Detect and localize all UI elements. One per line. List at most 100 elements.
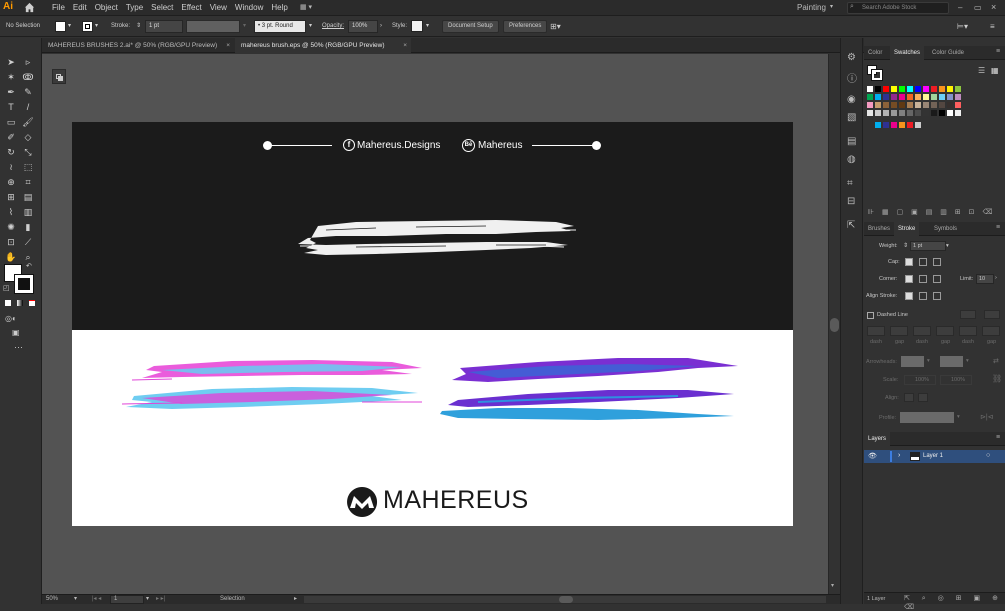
info-icon[interactable]: ⓘ xyxy=(847,70,857,85)
align-panel-icon[interactable]: ⊟ xyxy=(847,196,855,207)
swatches-icon[interactable]: ▧ xyxy=(847,112,856,123)
color-group-swatch[interactable] xyxy=(899,122,905,128)
scroll-down-icon[interactable]: ▾ xyxy=(831,582,834,589)
color-swatch[interactable] xyxy=(915,94,921,100)
color-swatch[interactable] xyxy=(947,94,953,100)
color-swatch[interactable] xyxy=(923,94,929,100)
stepper-icon[interactable]: ⇕ xyxy=(903,242,908,249)
line-tool-icon[interactable]: / xyxy=(22,101,34,113)
round-join-icon[interactable] xyxy=(919,275,927,283)
miter-join-icon[interactable] xyxy=(905,275,913,283)
default-colors-icon[interactable]: ◰ xyxy=(3,284,10,292)
projecting-cap-icon[interactable] xyxy=(933,258,941,266)
color-swatch[interactable] xyxy=(931,94,937,100)
draw-normal-icon[interactable]: ◎◐ xyxy=(5,314,17,323)
color-swatch[interactable] xyxy=(923,110,929,116)
color-swatch[interactable] xyxy=(955,86,961,92)
gradient-mode-icon[interactable] xyxy=(17,300,23,306)
panel-menu-icon[interactable]: ≡ xyxy=(996,434,1000,441)
limit-field[interactable]: 10 xyxy=(976,274,994,284)
menu-edit[interactable]: Edit xyxy=(73,3,87,12)
color-swatch[interactable] xyxy=(891,102,897,108)
shaper-tool-icon[interactable]: ✐ xyxy=(5,131,17,143)
color-swatch[interactable] xyxy=(875,102,881,108)
chevron-right-icon[interactable]: › xyxy=(995,275,997,281)
color-swatch[interactable] xyxy=(875,86,881,92)
color-swatch[interactable] xyxy=(939,102,945,108)
color-swatch[interactable] xyxy=(915,86,921,92)
color-swatch[interactable] xyxy=(899,110,905,116)
color-group-swatch[interactable] xyxy=(907,122,913,128)
more-tools-icon[interactable]: ··· xyxy=(14,342,23,352)
stroke-swatch[interactable] xyxy=(14,274,34,294)
first-artboard-icon[interactable]: |◂ ◂ xyxy=(92,595,101,602)
chevron-down-icon[interactable]: ▾ xyxy=(426,20,429,33)
color-mode-icon[interactable] xyxy=(5,300,11,306)
butt-cap-icon[interactable] xyxy=(905,258,913,266)
document-setup-button[interactable]: Document Setup xyxy=(442,20,499,33)
warp-tool-icon[interactable]: ≀ xyxy=(5,161,17,173)
align-icon[interactable]: ⊨▾ xyxy=(957,20,968,33)
tab-symbols[interactable]: Symbols xyxy=(930,222,961,236)
scroll-thumb[interactable] xyxy=(830,318,839,332)
close-icon[interactable]: × xyxy=(226,38,230,53)
selection-tool-icon[interactable]: ➤ xyxy=(5,56,17,68)
chevron-right-icon[interactable]: › xyxy=(380,20,382,33)
color-swatch[interactable] xyxy=(883,110,889,116)
panel-menu-icon[interactable]: ≡ xyxy=(990,20,995,33)
symbol-sprayer-tool-icon[interactable]: ✺ xyxy=(5,221,17,233)
menu-effect[interactable]: Effect xyxy=(181,3,201,12)
weight-field[interactable]: 1 pt xyxy=(910,241,946,251)
bevel-join-icon[interactable] xyxy=(933,275,941,283)
color-swatch[interactable] xyxy=(867,86,873,92)
gear-icon[interactable]: ⚙ xyxy=(847,52,856,63)
panel-menu-icon[interactable]: ≡ xyxy=(996,48,1000,55)
eye-icon[interactable]: 👁︎ xyxy=(868,452,877,460)
stroke-color-swatch[interactable] xyxy=(82,21,93,32)
type-tool-icon[interactable]: T xyxy=(5,101,17,113)
color-swatch[interactable] xyxy=(939,86,945,92)
grid-view-icon[interactable]: ▦ xyxy=(991,66,999,75)
rectangle-tool-icon[interactable]: ▭ xyxy=(5,116,17,128)
layer-name[interactable]: Layer 1 xyxy=(923,453,943,459)
paintbrush-tool-icon[interactable]: 🖌︎ xyxy=(22,116,34,128)
color-swatch[interactable] xyxy=(947,86,953,92)
color-swatch[interactable] xyxy=(883,94,889,100)
color-swatch[interactable] xyxy=(883,102,889,108)
opacity-field[interactable]: 100% xyxy=(348,20,378,33)
layer-row[interactable]: 👁︎ › Layer 1 ○ xyxy=(864,450,1005,463)
artboard-dark-section[interactable]: f Mahereus.Designs Bē Mahereus xyxy=(72,122,793,330)
stroke-label[interactable]: Stroke: xyxy=(111,20,130,33)
stepper-icon[interactable]: ⇕ xyxy=(136,20,141,33)
free-transform-tool-icon[interactable]: ⬚ xyxy=(22,161,34,173)
artboard-tool-icon[interactable]: ⊡ xyxy=(5,236,17,248)
swap-icon[interactable]: ↶ xyxy=(26,262,32,270)
canvas-area[interactable]: f Mahereus.Designs Bē Mahereus MAHEREUS xyxy=(42,54,828,594)
export-icon[interactable]: ⇱ xyxy=(847,220,855,231)
color-swatch[interactable] xyxy=(891,94,897,100)
tab-swatches[interactable]: Swatches xyxy=(890,46,925,60)
graphic-style-swatch[interactable] xyxy=(411,20,423,32)
scroll-thumb[interactable] xyxy=(559,596,573,603)
color-swatch[interactable] xyxy=(923,102,929,108)
eraser-tool-icon[interactable]: ◇ xyxy=(22,131,34,143)
panel-menu-icon[interactable]: ≡ xyxy=(996,224,1000,231)
transform-icon[interactable]: ⌗ xyxy=(847,178,853,189)
color-swatch[interactable] xyxy=(899,102,905,108)
tab-brushes[interactable]: Brushes xyxy=(864,222,894,236)
expand-arrow-icon[interactable]: › xyxy=(898,452,900,459)
color-group-swatch[interactable] xyxy=(883,122,889,128)
color-swatch[interactable] xyxy=(875,110,881,116)
home-icon[interactable] xyxy=(24,2,35,13)
color-icon[interactable]: ◉ xyxy=(847,94,856,105)
close-icon[interactable]: × xyxy=(403,38,407,53)
color-swatch[interactable] xyxy=(939,110,945,116)
menu-view[interactable]: View xyxy=(210,3,227,12)
color-swatch[interactable] xyxy=(955,102,961,108)
color-swatch[interactable] xyxy=(915,102,921,108)
eyedropper-tool-icon[interactable]: ⌇ xyxy=(5,206,17,218)
color-swatch[interactable] xyxy=(891,110,897,116)
chevron-down-icon[interactable]: ▾ xyxy=(309,20,312,33)
shape-builder-tool-icon[interactable]: ⊕ xyxy=(5,176,17,188)
tab-stroke[interactable]: Stroke xyxy=(894,222,920,236)
